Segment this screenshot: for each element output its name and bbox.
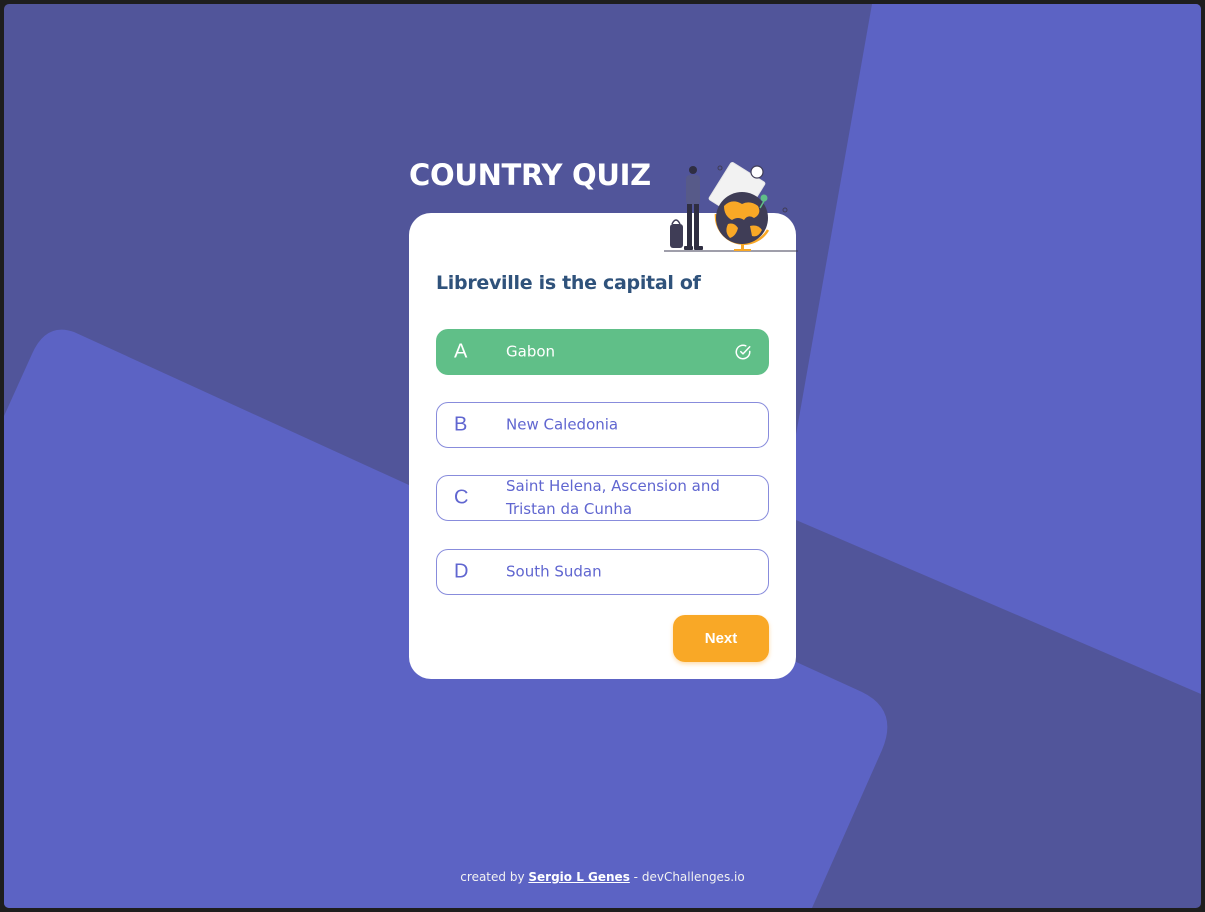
answer-option-c[interactable]: C Saint Helena, Ascension and Tristan da… xyxy=(436,475,769,521)
option-letter: A xyxy=(454,340,468,363)
author-link[interactable]: Sergio L Genes xyxy=(528,870,629,884)
answer-option-b[interactable]: B New Caledonia xyxy=(436,402,769,448)
footer-separator: - xyxy=(633,870,639,884)
option-label: New Caledonia xyxy=(506,415,619,434)
answer-option-a[interactable]: A Gabon xyxy=(436,329,769,375)
check-circle-icon xyxy=(735,344,751,360)
option-letter: B xyxy=(454,413,468,436)
answer-option-d[interactable]: D South Sudan xyxy=(436,549,769,595)
question-text: Libreville is the capital of xyxy=(436,272,701,294)
footer-prefix: created by xyxy=(460,870,525,884)
footer: created by Sergio L Genes - devChallenge… xyxy=(4,870,1201,884)
next-button[interactable]: Next xyxy=(673,615,769,662)
option-label: Saint Helena, Ascension and Tristan da C… xyxy=(506,477,720,518)
footer-site: devChallenges.io xyxy=(641,870,745,884)
traveler-globe-illustration xyxy=(664,162,798,252)
option-letter: D xyxy=(454,560,469,583)
option-letter: C xyxy=(454,486,469,509)
option-label: South Sudan xyxy=(506,562,602,581)
quiz-card: Libreville is the capital of A Gabon B N… xyxy=(409,213,796,679)
page: COUNTRY QUIZ Libreville is the capital o… xyxy=(4,4,1201,908)
app-title: COUNTRY QUIZ xyxy=(409,158,651,192)
option-label: Gabon xyxy=(506,342,556,361)
